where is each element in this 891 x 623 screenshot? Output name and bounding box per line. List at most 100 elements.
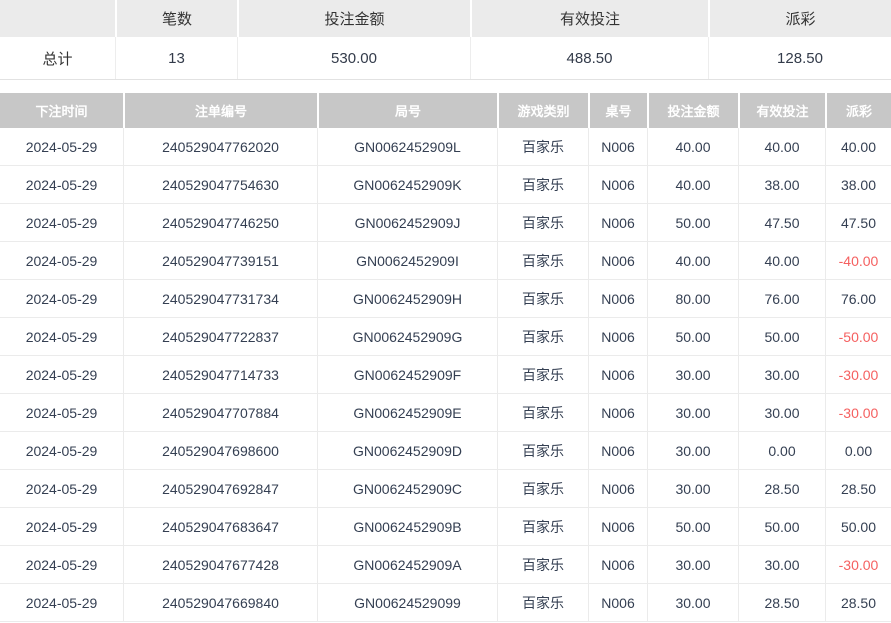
cell-bet-time: 2024-05-29	[0, 166, 123, 204]
cell-game-type: 百家乐	[497, 584, 588, 622]
cell-game-type: 百家乐	[497, 470, 588, 508]
cell-valid-bet: 30.00	[738, 356, 825, 394]
cell-round-id: GN0062452909E	[317, 394, 497, 432]
cell-game-type: 百家乐	[497, 242, 588, 280]
cell-bet-amount: 40.00	[647, 128, 738, 166]
cell-valid-bet: 28.50	[738, 470, 825, 508]
cell-table-no: N006	[588, 546, 647, 584]
cell-table-no: N006	[588, 470, 647, 508]
cell-round-id: GN0062452909L	[317, 128, 497, 166]
summary-total-count: 13	[115, 37, 237, 79]
cell-bet-id: 240529047754630	[123, 166, 317, 204]
cell-bet-id: 240529047707884	[123, 394, 317, 432]
col-header-bet-amount: 投注金额	[647, 93, 738, 128]
cell-table-no: N006	[588, 508, 647, 546]
cell-bet-id: 240529047698600	[123, 432, 317, 470]
cell-round-id: GN0062452909A	[317, 546, 497, 584]
cell-bet-time: 2024-05-29	[0, 128, 123, 166]
table-row: 2024-05-29 240529047692847 GN0062452909C…	[0, 470, 891, 508]
cell-bet-time: 2024-05-29	[0, 432, 123, 470]
cell-bet-amount: 50.00	[647, 204, 738, 242]
records-table-header: 下注时间 注单编号 局号 游戏类别 桌号 投注金额 有效投注 派彩	[0, 93, 891, 128]
records-body: 2024-05-29 240529047762020 GN0062452909L…	[0, 128, 891, 622]
cell-bet-amount: 30.00	[647, 546, 738, 584]
col-header-bet-time: 下注时间	[0, 93, 123, 128]
cell-game-type: 百家乐	[497, 280, 588, 318]
summary-total-valid-bet: 488.50	[470, 37, 708, 79]
col-header-round-id: 局号	[317, 93, 497, 128]
cell-valid-bet: 50.00	[738, 318, 825, 356]
section-gap	[0, 80, 891, 93]
table-row: 2024-05-29 240529047677428 GN0062452909A…	[0, 546, 891, 584]
cell-payout: 28.50	[825, 470, 891, 508]
cell-valid-bet: 50.00	[738, 508, 825, 546]
cell-bet-amount: 30.00	[647, 470, 738, 508]
summary-header: 笔数 投注金额 有效投注 派彩	[0, 0, 891, 37]
cell-table-no: N006	[588, 584, 647, 622]
summary-header-count: 笔数	[115, 0, 237, 37]
cell-valid-bet: 28.50	[738, 584, 825, 622]
cell-game-type: 百家乐	[497, 394, 588, 432]
cell-bet-id: 240529047739151	[123, 242, 317, 280]
cell-bet-id: 240529047692847	[123, 470, 317, 508]
table-row: 2024-05-29 240529047722837 GN0062452909G…	[0, 318, 891, 356]
col-header-valid-bet: 有效投注	[738, 93, 825, 128]
cell-bet-id: 240529047731734	[123, 280, 317, 318]
cell-bet-amount: 80.00	[647, 280, 738, 318]
col-header-bet-id: 注单编号	[123, 93, 317, 128]
cell-payout: 50.00	[825, 508, 891, 546]
cell-table-no: N006	[588, 242, 647, 280]
summary-header-blank	[0, 0, 115, 37]
cell-bet-id: 240529047722837	[123, 318, 317, 356]
cell-valid-bet: 38.00	[738, 166, 825, 204]
cell-table-no: N006	[588, 318, 647, 356]
cell-bet-time: 2024-05-29	[0, 508, 123, 546]
cell-valid-bet: 40.00	[738, 242, 825, 280]
cell-game-type: 百家乐	[497, 356, 588, 394]
summary-total-bet-amount: 530.00	[237, 37, 470, 79]
cell-table-no: N006	[588, 394, 647, 432]
cell-payout: -40.00	[825, 242, 891, 280]
cell-game-type: 百家乐	[497, 546, 588, 584]
cell-table-no: N006	[588, 432, 647, 470]
summary-total-row: 总计 13 530.00 488.50 128.50	[0, 37, 891, 80]
cell-round-id: GN0062452909B	[317, 508, 497, 546]
cell-bet-amount: 40.00	[647, 242, 738, 280]
cell-game-type: 百家乐	[497, 508, 588, 546]
cell-bet-time: 2024-05-29	[0, 356, 123, 394]
cell-round-id: GN00624529099	[317, 584, 497, 622]
cell-bet-time: 2024-05-29	[0, 470, 123, 508]
cell-round-id: GN0062452909F	[317, 356, 497, 394]
cell-payout: -30.00	[825, 394, 891, 432]
cell-bet-id: 240529047683647	[123, 508, 317, 546]
summary-total-payout: 128.50	[708, 37, 891, 79]
cell-round-id: GN0062452909J	[317, 204, 497, 242]
table-row: 2024-05-29 240529047754630 GN0062452909K…	[0, 166, 891, 204]
table-row: 2024-05-29 240529047746250 GN0062452909J…	[0, 204, 891, 242]
cell-valid-bet: 30.00	[738, 546, 825, 584]
cell-table-no: N006	[588, 280, 647, 318]
col-header-game-type: 游戏类别	[497, 93, 588, 128]
cell-bet-amount: 30.00	[647, 394, 738, 432]
cell-bet-time: 2024-05-29	[0, 584, 123, 622]
table-row: 2024-05-29 240529047698600 GN0062452909D…	[0, 432, 891, 470]
cell-table-no: N006	[588, 204, 647, 242]
cell-bet-id: 240529047669840	[123, 584, 317, 622]
table-row: 2024-05-29 240529047731734 GN0062452909H…	[0, 280, 891, 318]
table-row: 2024-05-29 240529047739151 GN0062452909I…	[0, 242, 891, 280]
cell-bet-amount: 30.00	[647, 356, 738, 394]
cell-game-type: 百家乐	[497, 318, 588, 356]
cell-game-type: 百家乐	[497, 204, 588, 242]
cell-game-type: 百家乐	[497, 128, 588, 166]
summary-header-payout: 派彩	[708, 0, 891, 37]
cell-valid-bet: 76.00	[738, 280, 825, 318]
col-header-table-no: 桌号	[588, 93, 647, 128]
cell-valid-bet: 30.00	[738, 394, 825, 432]
col-header-payout: 派彩	[825, 93, 891, 128]
cell-round-id: GN0062452909H	[317, 280, 497, 318]
cell-bet-time: 2024-05-29	[0, 280, 123, 318]
cell-bet-time: 2024-05-29	[0, 546, 123, 584]
cell-table-no: N006	[588, 128, 647, 166]
cell-payout: 40.00	[825, 128, 891, 166]
cell-payout: -50.00	[825, 318, 891, 356]
